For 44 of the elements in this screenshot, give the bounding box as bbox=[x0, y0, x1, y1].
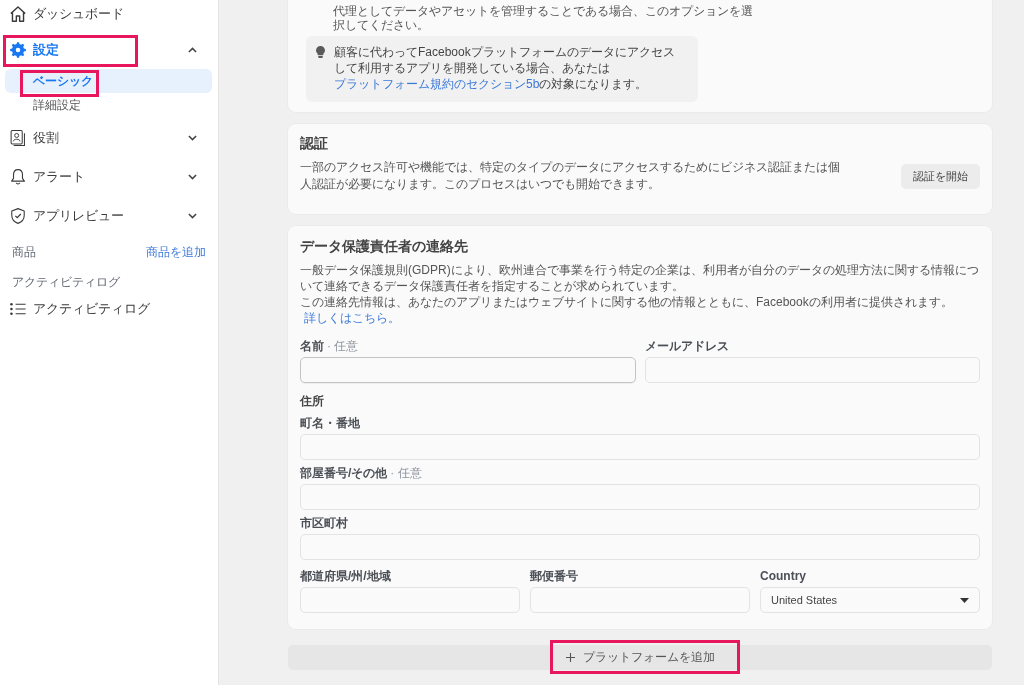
start-verification-button[interactable]: 認証を開始 bbox=[901, 163, 980, 189]
nav-item[interactable]: ダッシュボード bbox=[0, 0, 218, 28]
description-text: 一般データ保護規則(GDPR)により、欧州連合で事業を行う特定の企業は、利用者が自分のデータの処理方法に関する情報について連絡できるデータ保護責任者を指定することが求められています。 bbox=[300, 262, 980, 294]
field-label: 市区町村 bbox=[300, 514, 348, 532]
field-label: 町名・番地 bbox=[300, 414, 360, 432]
section-heading: 商品 bbox=[12, 243, 36, 261]
description-text: 代理としてデータやアセットを管理することである場合、このオプションを選択してください。 bbox=[333, 4, 753, 32]
description-text: 一部のアクセス許可や機能では、特定のタイプのデータにアクセスするためにビジネス認証または個人認証が必要になります。このプロセスはいつでも開始できます。 bbox=[300, 159, 841, 193]
field-label: 郵便番号 bbox=[530, 567, 578, 585]
optional-note: · 任意 bbox=[390, 464, 422, 482]
add-product-link[interactable]: 商品を追加 bbox=[146, 243, 206, 261]
nav-item[interactable]: 役割 bbox=[0, 123, 218, 155]
field-label: 部屋番号/その他 bbox=[300, 464, 388, 482]
field-label: Country bbox=[760, 569, 806, 583]
learn-more-link[interactable]: 詳しくはこちら。 bbox=[304, 311, 400, 325]
card-title: データ保護責任者の連絡先 bbox=[300, 237, 469, 256]
description-text: この連絡先情報は、あなたのアプリまたはウェブサイトに関する他の情報とともに、Facebookの利用者に提供されます。 詳しくはこちら。 bbox=[300, 294, 954, 326]
country-select[interactable]: United States bbox=[760, 587, 980, 613]
nav-item[interactable]: アラート bbox=[0, 162, 218, 194]
terms-link[interactable]: プラットフォーム規約のセクション5b bbox=[334, 77, 540, 91]
plus-icon bbox=[565, 653, 575, 662]
section-heading: アクティビティログ bbox=[12, 273, 120, 291]
shield-check-icon bbox=[10, 207, 26, 224]
add-platform-button[interactable]: プラットフォームを追加 bbox=[288, 645, 992, 670]
field-label: メールアドレス bbox=[644, 337, 729, 355]
lightbulb-icon bbox=[316, 46, 325, 58]
address-heading: 住所 bbox=[300, 393, 325, 409]
nav-item[interactable]: アプリレビュー bbox=[0, 201, 218, 233]
subnav-item[interactable]: ベーシック bbox=[5, 69, 212, 93]
list-icon bbox=[10, 300, 26, 317]
optional-note: · 任意 bbox=[327, 337, 359, 355]
caret-down-icon bbox=[960, 597, 969, 603]
id-badge-icon bbox=[10, 129, 26, 146]
input-field[interactable] bbox=[300, 357, 636, 383]
field-label: 都道府県/州/地域 bbox=[300, 567, 391, 585]
house-icon bbox=[10, 6, 26, 22]
subnav-item[interactable]: 詳細設定 bbox=[5, 93, 212, 117]
field-label: 名前 bbox=[300, 337, 324, 355]
tip-text: 顧客に代わってFacebookプラットフォームのデータにアクセスして利用するアプリを開発している場合、あなたは プラットフォーム規約のセクション5bの対象になります。 bbox=[334, 44, 676, 92]
card-title: 認証 bbox=[300, 134, 329, 153]
nav-item[interactable]: 設定 bbox=[0, 35, 218, 67]
bell-icon bbox=[10, 168, 26, 185]
gear-icon bbox=[10, 41, 26, 58]
nav-item[interactable]: アクティビティログ bbox=[0, 294, 218, 326]
